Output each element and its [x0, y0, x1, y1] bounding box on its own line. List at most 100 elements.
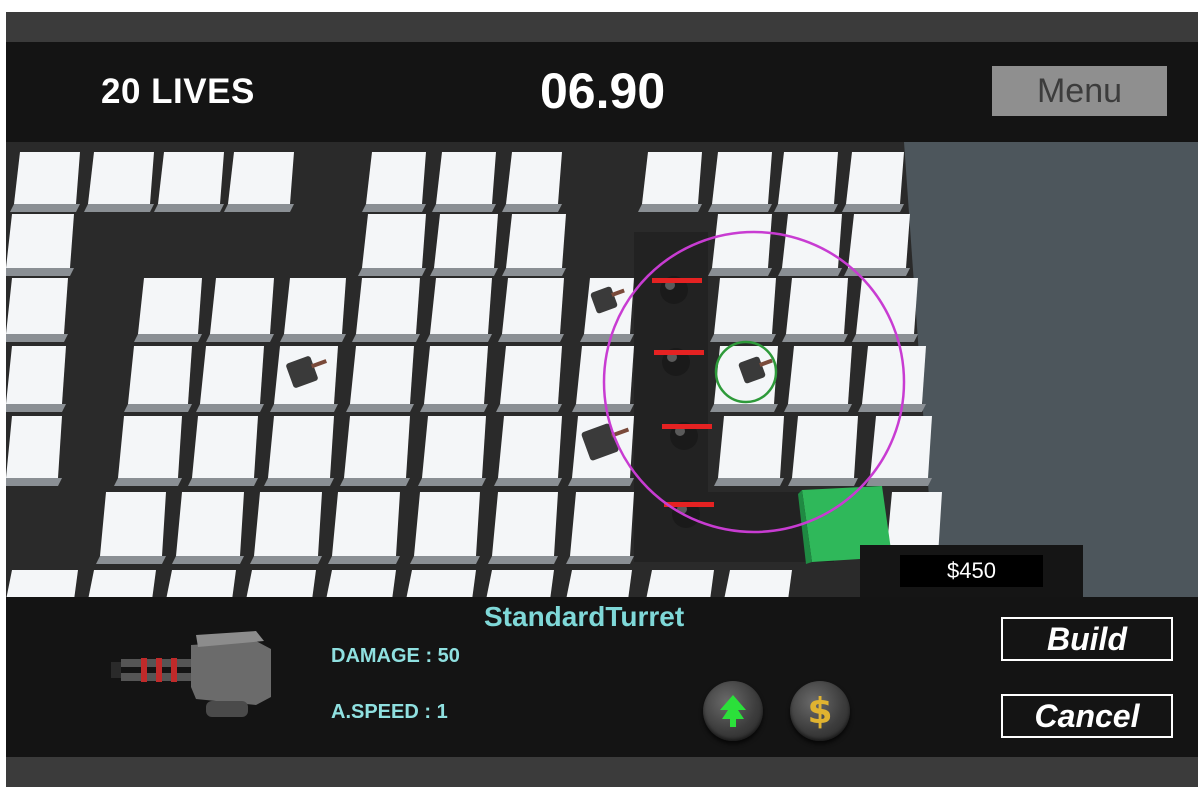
- build-tile[interactable]: [566, 570, 632, 597]
- build-tile[interactable]: [846, 152, 904, 204]
- build-tile[interactable]: [788, 346, 852, 404]
- build-tile[interactable]: [128, 346, 192, 404]
- tile-edge: [154, 204, 224, 212]
- build-tile[interactable]: [778, 152, 838, 204]
- tile-edge: [708, 268, 772, 276]
- attack-speed-stat: A.SPEED : 1: [331, 701, 448, 723]
- tile-edge: [124, 404, 192, 412]
- build-tile[interactable]: [344, 416, 410, 478]
- build-tile[interactable]: [326, 570, 396, 597]
- build-tile[interactable]: [158, 152, 224, 204]
- tile-edge: [788, 478, 858, 486]
- build-tile[interactable]: [500, 346, 562, 404]
- build-tile[interactable]: [502, 278, 564, 334]
- tile-edge: [346, 404, 414, 412]
- tile-edge: [196, 404, 264, 412]
- letterbox-bottom: [6, 757, 1198, 787]
- build-tile[interactable]: [570, 492, 634, 556]
- build-tile[interactable]: [118, 416, 182, 478]
- standard-turret-icon: [106, 627, 276, 727]
- tile-edge: [638, 204, 702, 212]
- build-tile[interactable]: [14, 152, 80, 204]
- build-tile[interactable]: [332, 492, 400, 556]
- letterbox-top: [6, 12, 1198, 42]
- build-tile[interactable]: [436, 152, 496, 204]
- build-tile[interactable]: [200, 346, 264, 404]
- build-tile[interactable]: [88, 152, 154, 204]
- build-tile[interactable]: [356, 278, 420, 334]
- tile-edge: [358, 268, 426, 276]
- build-tile[interactable]: [434, 214, 498, 268]
- build-tile[interactable]: [422, 416, 486, 478]
- build-tile[interactable]: [506, 152, 562, 204]
- upgrade-button[interactable]: [703, 681, 763, 741]
- top-hud: 20 LIVES 06.90 Menu: [6, 42, 1198, 142]
- build-tile[interactable]: [792, 416, 858, 478]
- build-tile[interactable]: [862, 346, 926, 404]
- tile-edge: [866, 478, 932, 486]
- build-tile[interactable]: [506, 214, 566, 268]
- build-tile[interactable]: [642, 152, 702, 204]
- build-tile[interactable]: [6, 346, 66, 404]
- tile-edge: [782, 334, 848, 342]
- tile-edge: [784, 404, 852, 412]
- tile-edge: [432, 204, 496, 212]
- build-tile[interactable]: [100, 492, 166, 556]
- build-tile[interactable]: [486, 570, 554, 597]
- build-tile[interactable]: [712, 214, 772, 268]
- build-tile[interactable]: [138, 278, 202, 334]
- build-tile[interactable]: [6, 570, 78, 597]
- tile-edge: [580, 334, 634, 342]
- build-tile[interactable]: [166, 570, 236, 597]
- build-tile[interactable]: [268, 416, 334, 478]
- tile-edge: [494, 478, 562, 486]
- tile-edge: [710, 334, 776, 342]
- build-tile[interactable]: [414, 492, 480, 556]
- tile-edge: [426, 334, 492, 342]
- build-tile[interactable]: [366, 152, 426, 204]
- tile-edge: [6, 334, 68, 342]
- build-tile[interactable]: [870, 416, 932, 478]
- build-tile[interactable]: [176, 492, 244, 556]
- build-tile[interactable]: [718, 416, 784, 478]
- build-tile[interactable]: [6, 278, 68, 334]
- build-tile[interactable]: [88, 570, 156, 597]
- build-tile[interactable]: [848, 214, 910, 268]
- build-tile[interactable]: [856, 278, 918, 334]
- sell-button[interactable]: $: [790, 681, 850, 741]
- build-button[interactable]: Build: [1001, 617, 1173, 661]
- tile-edge: [84, 204, 154, 212]
- tile-edge: [502, 204, 562, 212]
- build-tile[interactable]: [406, 570, 476, 597]
- turret-price: $450: [900, 555, 1043, 587]
- build-tile[interactable]: [192, 416, 258, 478]
- build-tile[interactable]: [350, 346, 414, 404]
- price-panel: $450: [860, 545, 1083, 597]
- game-board-canvas[interactable]: [6, 142, 1198, 597]
- build-tile[interactable]: [714, 278, 776, 334]
- build-tile[interactable]: [498, 416, 562, 478]
- build-tile[interactable]: [782, 214, 842, 268]
- build-tile[interactable]: [724, 570, 792, 597]
- build-tile[interactable]: [246, 570, 316, 597]
- build-tile[interactable]: [646, 570, 714, 597]
- build-tile[interactable]: [362, 214, 426, 268]
- build-tile[interactable]: [786, 278, 848, 334]
- build-tile[interactable]: [6, 416, 62, 478]
- tile-edge: [410, 556, 480, 564]
- dollar-icon: $: [807, 690, 833, 732]
- build-tile[interactable]: [424, 346, 488, 404]
- menu-button[interactable]: Menu: [992, 66, 1167, 116]
- build-tile[interactable]: [6, 214, 74, 268]
- build-tile[interactable]: [210, 278, 274, 334]
- build-tile[interactable]: [712, 152, 772, 204]
- tile-edge: [430, 268, 498, 276]
- build-tile[interactable]: [430, 278, 492, 334]
- build-tile[interactable]: [254, 492, 322, 556]
- build-tile[interactable]: [492, 492, 558, 556]
- build-tile[interactable]: [228, 152, 294, 204]
- cancel-button[interactable]: Cancel: [1001, 694, 1173, 738]
- build-tile[interactable]: [284, 278, 346, 334]
- tile-edge: [858, 404, 926, 412]
- game-board[interactable]: [6, 142, 1198, 597]
